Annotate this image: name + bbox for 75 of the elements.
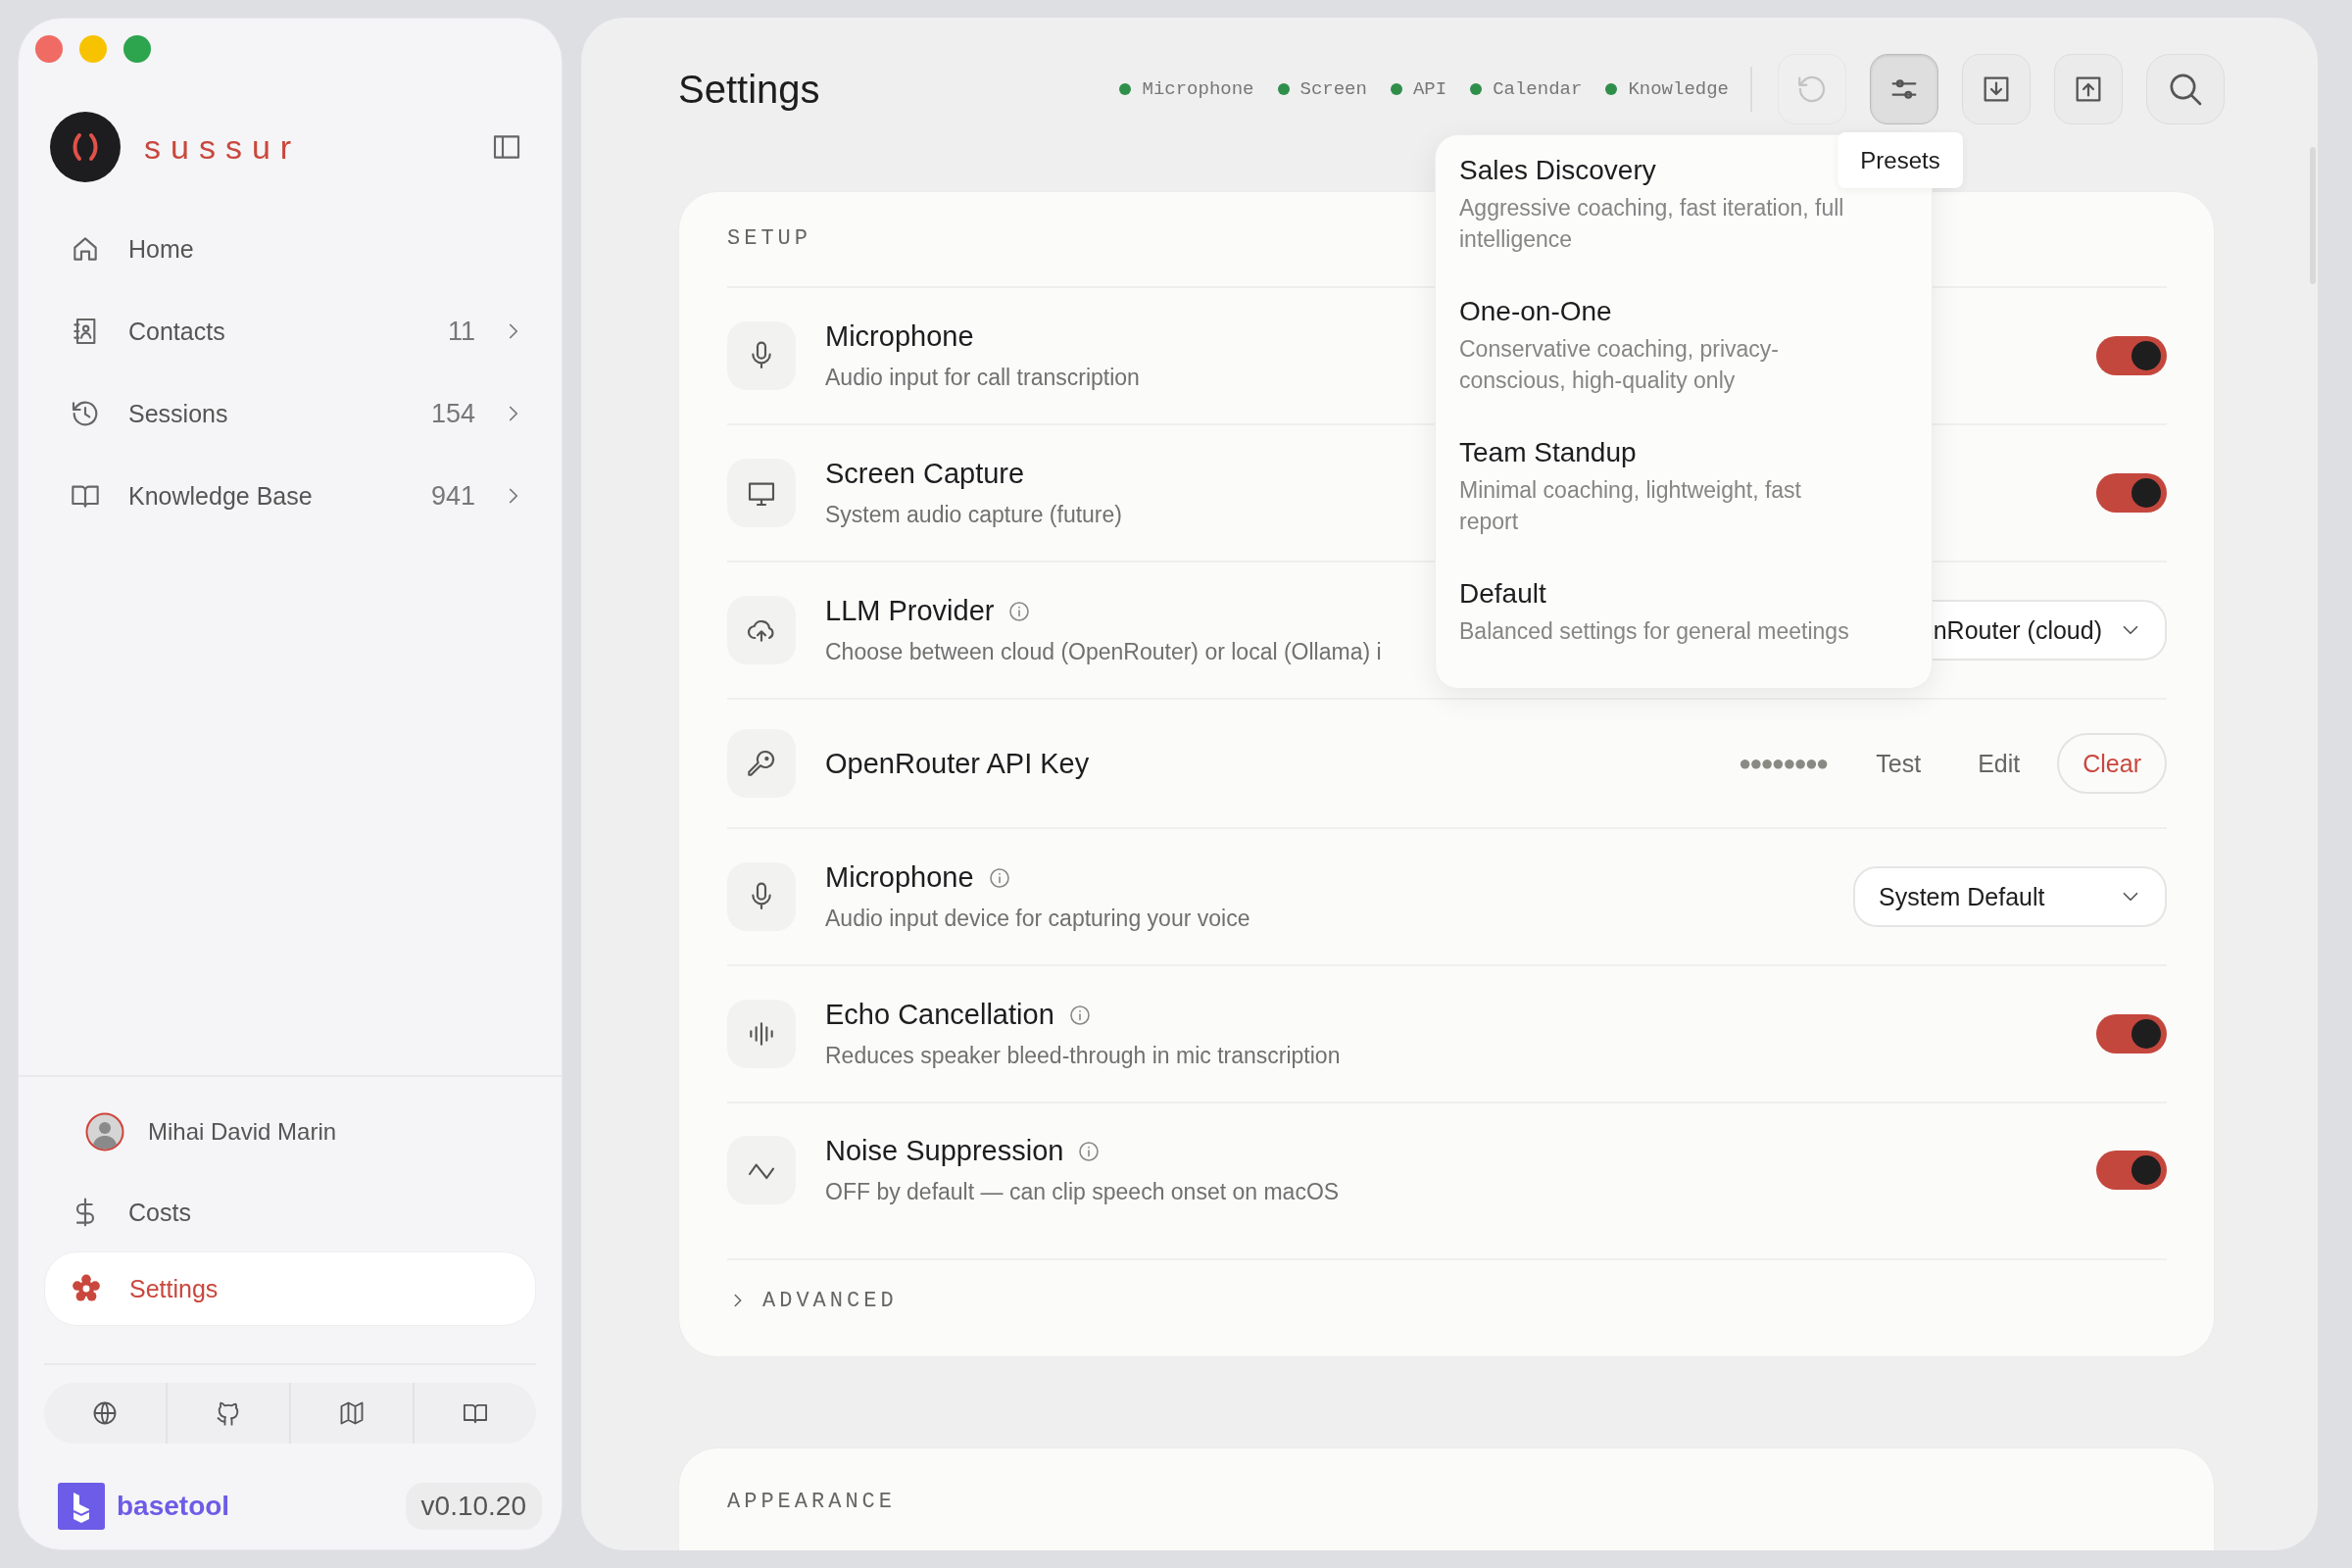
text-button[interactable]: Edit <box>1954 733 2044 794</box>
setting-description: Audio input for call transcription <box>825 365 1140 391</box>
nav-item[interactable]: Costs <box>19 1173 562 1251</box>
toggle-switch[interactable] <box>2096 1151 2167 1190</box>
preset-title: Team Standup <box>1459 437 1638 468</box>
maximize-button[interactable] <box>123 35 151 63</box>
setting-title: OpenRouter API Key <box>825 747 1090 780</box>
basetool-name: basetool <box>117 1491 231 1522</box>
toggle-switch[interactable] <box>2096 336 2167 375</box>
advanced-toggle[interactable]: ADVANCED <box>727 1274 898 1327</box>
nav-label: Knowledge Base <box>128 481 314 511</box>
preset-title: Default <box>1459 578 1547 610</box>
status-label: Knowledge <box>1628 78 1729 100</box>
toggle-switch[interactable] <box>2096 1014 2167 1054</box>
status-label: API <box>1412 78 1447 100</box>
basetool-logo <box>58 1483 105 1530</box>
setting-title: LLM Provider <box>825 595 995 627</box>
status-label: Microphone <box>1142 78 1254 100</box>
info-icon[interactable] <box>987 865 1011 890</box>
nav-label: Settings <box>129 1274 220 1303</box>
setting-title: Noise Suppression <box>825 1135 1064 1167</box>
map-icon[interactable] <box>338 1399 366 1427</box>
gear-icon <box>71 1273 102 1304</box>
info-icon[interactable] <box>1067 1003 1092 1027</box>
nav-label: Home <box>128 234 195 264</box>
download-button[interactable] <box>1962 54 2031 124</box>
setting-description: Audio input device for capturing your voice <box>825 906 1250 932</box>
nav-label: Contacts <box>128 317 226 346</box>
preset-title: One-on-One <box>1459 296 1613 327</box>
nav-label: Costs <box>128 1198 192 1227</box>
select-field[interactable]: System Default <box>1853 866 2167 927</box>
nav-item[interactable]: Home <box>19 208 562 290</box>
preset-description: Minimal coaching, lightweight, fast report <box>1459 476 1802 536</box>
clear-button[interactable]: Clear <box>2057 733 2167 794</box>
nav-label: Sessions <box>128 399 229 428</box>
app-logo <box>50 112 121 182</box>
page-title: Settings <box>678 67 820 112</box>
item-count: 11 <box>447 316 475 347</box>
status-label: Calendar <box>1493 78 1583 100</box>
setting-description: OFF by default — can clip speech onset on macOS <box>825 1179 1340 1205</box>
preset-description: Aggressive coaching, fast iteration, full intelligence <box>1459 194 1845 254</box>
item-count: 154 <box>430 398 475 429</box>
upload-button[interactable] <box>2054 54 2123 124</box>
globe-icon[interactable] <box>91 1399 119 1427</box>
status-label: Screen <box>1299 78 1367 100</box>
close-button[interactable] <box>35 35 63 63</box>
preset-title: Sales Discovery <box>1459 155 1657 186</box>
user-profile[interactable]: Mihai David Marin <box>19 1091 562 1173</box>
setting-title: Screen Capture <box>825 458 1025 490</box>
nav-item[interactable]: Knowledge Base 941 <box>19 455 562 537</box>
nav-item[interactable]: Contacts 11 <box>19 290 562 372</box>
app-name: sussur <box>144 127 303 167</box>
setting-description: Choose between cloud (OpenRouter) or local (Ollama) i <box>825 639 1382 665</box>
tooltip: Presets <box>1838 132 1963 188</box>
info-icon[interactable] <box>1077 1139 1102 1163</box>
text-button[interactable]: Test <box>1852 733 1945 794</box>
setting-title: Microphone <box>825 861 974 894</box>
search-button[interactable] <box>2146 54 2225 124</box>
item-count: 941 <box>430 480 475 512</box>
nav-item[interactable]: Sessions 154 <box>19 372 562 455</box>
key-icon <box>746 748 777 779</box>
setting-title: Microphone <box>825 320 974 353</box>
avatar <box>85 1112 124 1152</box>
masked-key: ●●●●●●●● <box>1739 751 1828 776</box>
user-name: Mihai David Marin <box>148 1118 337 1146</box>
section-heading: APPEARANCE <box>727 1489 898 1516</box>
info-icon[interactable] <box>1007 599 1032 623</box>
setting-description: Reduces speaker bleed-through in mic transcription <box>825 1043 1341 1069</box>
toggle-switch[interactable] <box>2096 473 2167 513</box>
setting-description: System audio capture (future) <box>825 502 1122 528</box>
preset-description: Conservative coaching, privacy-conscious, high-quality only <box>1459 335 1780 395</box>
nav-item[interactable]: Settings <box>44 1251 536 1326</box>
sliders-button[interactable] <box>1870 54 1938 124</box>
version-badge: v0.10.20 <box>405 1483 542 1530</box>
setting-title: Echo Cancellation <box>825 999 1054 1031</box>
